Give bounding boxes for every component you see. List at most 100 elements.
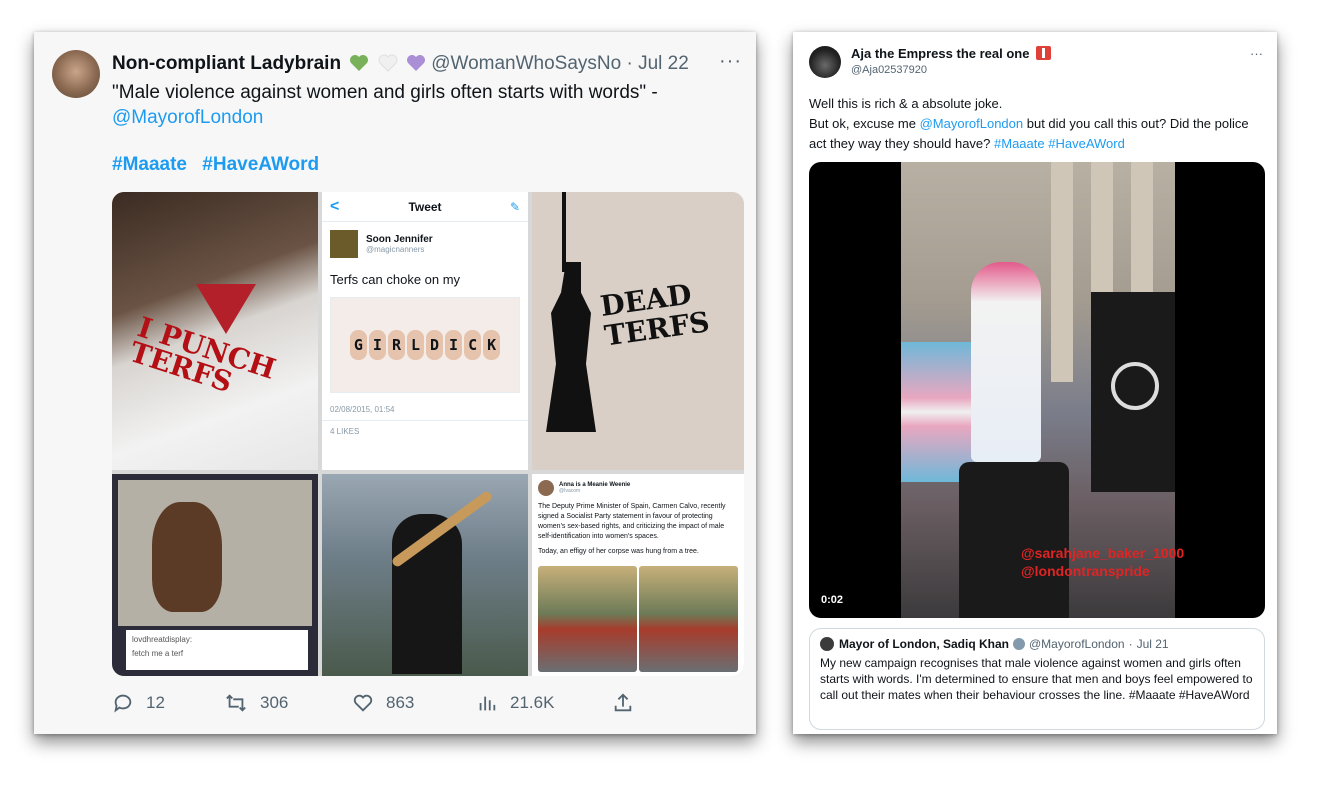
embedded-name: Soon Jennifer [366, 234, 433, 245]
display-name-row: Aja the Empress the real one [851, 46, 1052, 61]
media-photo[interactable]: I PUNCH TERFS [112, 192, 318, 470]
more-options-icon[interactable]: ··· [1250, 46, 1263, 61]
tweet-date[interactable]: Jul 22 [638, 53, 689, 74]
quoted-avatar [820, 637, 834, 651]
action-bar: 12 306 863 21.6K [112, 692, 732, 714]
embedded-avatar [330, 230, 358, 258]
media-poster[interactable]: DEAD TERFS [532, 192, 744, 470]
back-icon: < [330, 198, 340, 215]
quoted-header: Mayor of London, Sadiq Khan @MayorofLond… [820, 637, 1254, 651]
handle[interactable]: @WomanWhoSaysNo [431, 53, 621, 74]
effigy-photo [538, 566, 637, 672]
green-heart-icon [350, 55, 369, 71]
hashtags: #Maaate #HaveAWord [112, 154, 329, 176]
heart-icon [353, 694, 373, 712]
hashtag-link[interactable]: #Maaate [112, 154, 187, 175]
reply-count: 12 [146, 693, 165, 712]
media-screenshot-tweet[interactable]: < Tweet ✎ Soon Jennifer @magicnanners Te… [322, 192, 528, 470]
knuckle-letter: I [368, 330, 386, 360]
video-overlay-text: @sarahjane_baker_1000 @londontranspride [1021, 544, 1184, 580]
media-photo-bat[interactable] [322, 474, 528, 676]
embedded-date: 02/08/2015, 01:54 [322, 399, 528, 421]
handle[interactable]: @Aja02537920 [851, 64, 927, 76]
embedded-post-handle: @Ivacom [559, 488, 581, 494]
like-count: 863 [386, 693, 415, 712]
retweet-count: 306 [260, 693, 289, 712]
flag-shape [1091, 292, 1175, 492]
knuckle-letter: K [483, 330, 501, 360]
mention-link[interactable]: @MayorofLondon [112, 107, 263, 128]
display-name[interactable]: Aja the Empress the real one [851, 46, 1029, 61]
knuckle-letter: D [426, 330, 444, 360]
tweet-text: "Male violence against women and girls o… [112, 80, 732, 130]
display-name[interactable]: Non-compliant Ladybrain [112, 53, 341, 74]
tweet-header: Non-compliant Ladybrain @WomanWhoSaysNo … [112, 52, 689, 76]
embedded-header: < Tweet ✎ [322, 192, 528, 222]
left-tweet-card: Non-compliant Ladybrain @WomanWhoSaysNo … [34, 32, 756, 734]
share-button[interactable] [612, 692, 646, 714]
avatar[interactable] [52, 50, 100, 98]
pillar-shape [1051, 162, 1073, 382]
embedded-handle: @magicnanners [366, 245, 425, 254]
tumblr-user: lovdhreatdisplay: [132, 635, 193, 644]
embedded-post-body: The Deputy Prime Minister of Spain, Carm… [532, 496, 744, 563]
quoted-name: Mayor of London, Sadiq Khan [839, 637, 1009, 651]
knuckle-letter: G [349, 330, 367, 360]
avatar[interactable] [809, 46, 841, 78]
quoted-handle: @MayorofLondon [1029, 637, 1125, 651]
embedded-body: Terfs can choke on my [330, 272, 461, 287]
media-grid[interactable]: I PUNCH TERFS < Tweet ✎ Soon Jennifer @m… [112, 192, 744, 676]
speaker-shape [971, 262, 1041, 462]
more-options-icon[interactable]: ··· [719, 50, 742, 73]
views-count: 21.6K [510, 693, 555, 712]
purple-heart-icon [406, 55, 425, 71]
bandana-shape [196, 284, 256, 334]
shirt-text: I PUNCH TERFS [125, 310, 280, 400]
quoted-tweet[interactable]: Mayor of London, Sadiq Khan @MayorofLond… [809, 628, 1265, 730]
flag-logo [1111, 362, 1159, 410]
banner-shape [901, 342, 981, 482]
like-button[interactable]: 863 [352, 692, 476, 714]
embedded-post-photos [538, 566, 738, 672]
hashtag-link[interactable]: #HaveAWord [1048, 136, 1125, 151]
retweet-icon [226, 694, 246, 712]
overlay-line: @londontranspride [1021, 563, 1150, 579]
reply-icon [114, 694, 132, 713]
retweet-button[interactable]: 306 [224, 692, 352, 714]
silhouette-shape [546, 262, 596, 432]
tweet-line: Well this is rich & a absolute joke. [809, 96, 1003, 111]
embedded-post-paragraph: Today, an effigy of her corpse was hung … [538, 548, 699, 555]
video-frame: @sarahjane_baker_1000 @londontranspride [901, 162, 1184, 618]
video-timestamp: 0:02 [821, 594, 844, 606]
tweet-quote: "Male violence against women and girls o… [112, 82, 658, 103]
media-tumblr-post[interactable]: lovdhreatdisplay: fetch me a terf [112, 474, 318, 676]
person-shape [152, 502, 222, 612]
reply-button[interactable]: 12 [112, 692, 224, 714]
hashtag-link[interactable]: #HaveAWord [202, 154, 319, 175]
separator: · [1128, 637, 1133, 651]
embedded-post-user: Anna is a Meanie Weenie @Ivacom [532, 474, 744, 496]
effigy-photo [639, 566, 738, 672]
media-screenshot-post[interactable]: Anna is a Meanie Weenie @Ivacom The Depu… [532, 474, 744, 676]
embedded-likes: 4 LIKES [330, 427, 360, 436]
embedded-user: Soon Jennifer @magicnanners [322, 222, 528, 258]
right-tweet-card: Aja the Empress the real one @Aja0253792… [793, 32, 1277, 734]
hashtag-link[interactable]: #Maaate [994, 136, 1045, 151]
knuckle-letter: C [464, 330, 482, 360]
tweet-text: Well this is rich & a absolute joke. But… [809, 94, 1265, 154]
wheelchair-shape [959, 462, 1069, 618]
tumblr-text: fetch me a terf [132, 649, 184, 658]
share-icon [614, 693, 632, 712]
poster-text: DEAD TERFS [598, 277, 712, 353]
views-button[interactable]: 21.6K [476, 692, 612, 714]
fists-image: G I R L D I C K [330, 297, 520, 393]
tumblr-caption: lovdhreatdisplay: fetch me a terf [126, 630, 308, 670]
quoted-date: Jul 21 [1136, 637, 1169, 651]
rope-shape [562, 192, 566, 272]
video-player[interactable]: @sarahjane_baker_1000 @londontranspride … [809, 162, 1265, 618]
mention-link[interactable]: @MayorofLondon [920, 116, 1024, 131]
white-heart-icon [378, 54, 398, 72]
compose-icon: ✎ [509, 200, 520, 214]
badge-icon [1036, 46, 1052, 60]
views-icon [479, 696, 496, 711]
